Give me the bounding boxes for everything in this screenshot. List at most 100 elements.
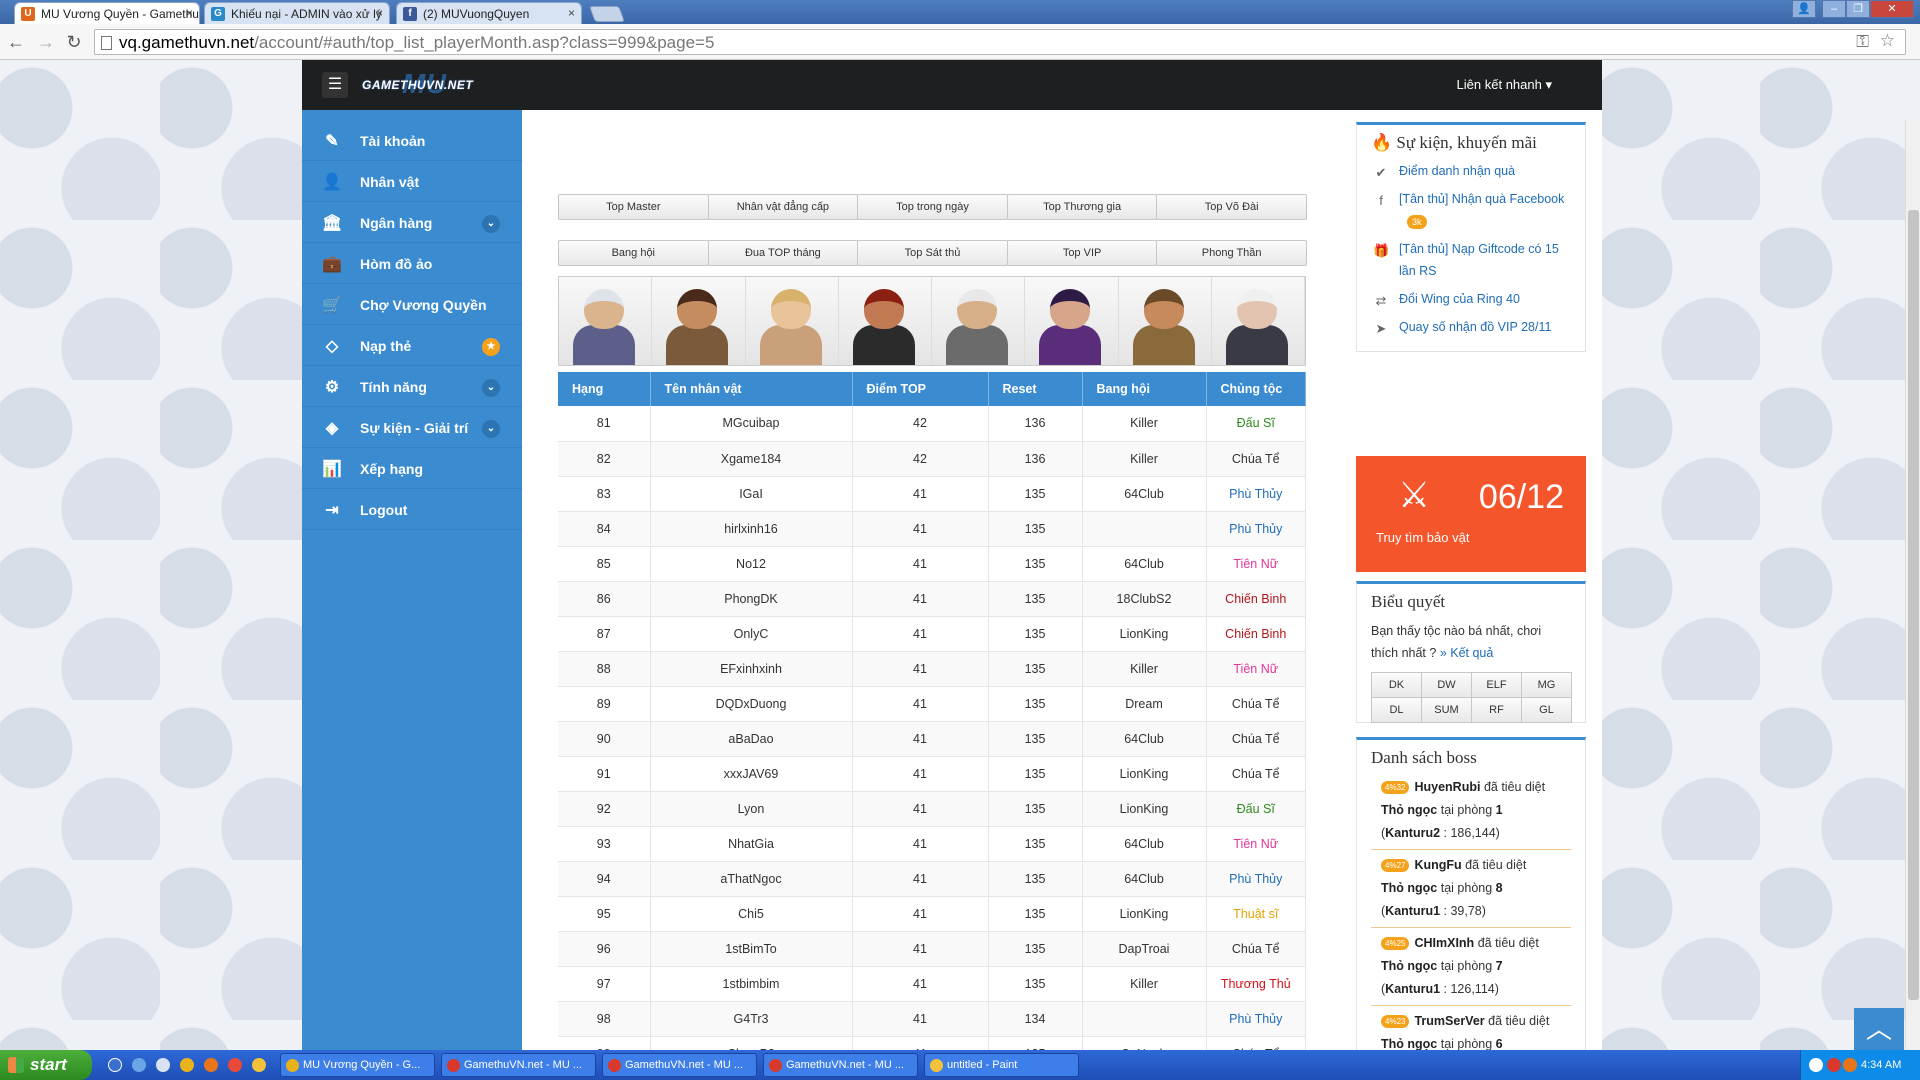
browser-tab-3[interactable]: f (2) MUVuongQuyen ×	[396, 2, 582, 24]
site-logo[interactable]: MU GAMETHUVN.NET	[362, 68, 482, 99]
character-class-thumb[interactable]	[559, 277, 653, 365]
close-icon[interactable]: ×	[568, 6, 575, 20]
poll-result-link[interactable]: » Kết quả	[1440, 646, 1494, 660]
poll-option-button[interactable]: MG	[1521, 672, 1572, 698]
address-bar[interactable]: vq.gamethuvn.net/account/#auth/top_list_…	[94, 29, 1906, 55]
quicklaunch-firefox-icon[interactable]	[204, 1058, 218, 1072]
taskbar-task[interactable]: GamethuVN.net - MU ...	[441, 1053, 596, 1077]
cell-name[interactable]: 1stBimTo	[650, 931, 853, 967]
top-filter-button[interactable]: Top Võ Đài	[1156, 194, 1307, 220]
menu-icon[interactable]: ☰	[322, 72, 348, 98]
key-icon[interactable]: ⚿	[1856, 32, 1869, 52]
poll-option-button[interactable]: GL	[1521, 697, 1572, 723]
cell-name[interactable]: NhatGia	[650, 826, 853, 862]
page-scrollbar[interactable]	[1905, 120, 1920, 1050]
star-icon[interactable]: ☆	[1880, 31, 1895, 51]
close-icon[interactable]: ×	[186, 6, 193, 20]
column-header[interactable]: Hạng	[558, 372, 651, 406]
treasure-hunt-banner[interactable]: ⚔ 06/12 Truy tìm bảo vật	[1356, 456, 1586, 572]
character-class-thumb[interactable]	[1118, 277, 1212, 365]
cell-name[interactable]: G4Tr3	[650, 1001, 853, 1037]
event-link[interactable]: ➤ Quay số nhận đồ VIP 28/11	[1357, 313, 1585, 341]
scrollbar-thumb[interactable]	[1908, 210, 1919, 1000]
cell-name[interactable]: EFxinhxinh	[650, 651, 853, 687]
character-class-thumb[interactable]	[745, 277, 839, 365]
taskbar-task[interactable]: GamethuVN.net - MU ...	[602, 1053, 757, 1077]
close-icon[interactable]: ×	[376, 6, 383, 20]
tray-app-icon[interactable]	[1827, 1058, 1841, 1072]
cell-name[interactable]: IGaI	[650, 476, 853, 512]
user-icon[interactable]: 👤	[1792, 0, 1816, 18]
sidebar-item-8[interactable]: ◈ Sự kiện - Giải trí ⌄	[302, 407, 522, 448]
top-filter-button[interactable]: Top Sát thủ	[857, 240, 1008, 266]
event-link[interactable]: 🎁 [Tân thủ] Nạp Giftcode có 15 lần RS	[1357, 235, 1585, 285]
top-filter-button[interactable]: Top Master	[558, 194, 709, 220]
character-class-thumb[interactable]	[932, 277, 1026, 365]
forward-arrow-icon[interactable]: →	[34, 30, 58, 54]
event-link[interactable]: ✔ Điểm danh nhận quà	[1357, 157, 1585, 185]
chevron-down-icon[interactable]: ⌄	[482, 420, 500, 438]
taskbar-task[interactable]: GamethuVN.net - MU ...	[763, 1053, 918, 1077]
top-filter-button[interactable]: Phong Thần	[1156, 240, 1307, 266]
sidebar-item-3[interactable]: 🏛 Ngân hàng ⌄	[302, 202, 522, 243]
sidebar-item-7[interactable]: ⚙ Tính năng ⌄	[302, 366, 522, 407]
cell-name[interactable]: Chi5	[650, 896, 853, 932]
new-tab-button[interactable]	[589, 6, 625, 22]
taskbar-task[interactable]: MU Vương Quyền - G...	[280, 1053, 435, 1077]
quicklaunch-chrome-icon[interactable]	[180, 1058, 194, 1072]
poll-option-button[interactable]: ELF	[1471, 672, 1522, 698]
top-filter-button[interactable]: Top trong ngày	[857, 194, 1008, 220]
column-header[interactable]: Chủng tộc	[1206, 372, 1306, 406]
back-to-top-button[interactable]: ︿	[1854, 1008, 1904, 1050]
event-link[interactable]: f [Tân thủ] Nhận quà Facebook 3k	[1357, 185, 1585, 235]
cell-name[interactable]: Lyon	[650, 791, 853, 827]
top-filter-button[interactable]: Nhân vật đẳng cấp	[707, 194, 859, 220]
cell-name[interactable]: Xgame184	[650, 441, 853, 477]
poll-option-button[interactable]: DK	[1371, 672, 1422, 698]
sidebar-item-6[interactable]: ◇ Nạp thẻ ★	[302, 325, 522, 366]
sidebar-item-10[interactable]: ⇥ Logout	[302, 489, 522, 530]
chevron-down-icon[interactable]: ⌄	[482, 215, 500, 233]
star-icon[interactable]: ★	[482, 338, 500, 356]
character-class-thumb[interactable]	[652, 277, 746, 365]
cell-name[interactable]: OnlyC	[650, 616, 853, 652]
column-header[interactable]: Reset	[988, 372, 1083, 406]
column-header[interactable]: Điểm TOP	[852, 372, 989, 406]
quicklaunch-smiley-icon[interactable]	[252, 1058, 266, 1072]
cell-name[interactable]: aThatNgoc	[650, 861, 853, 897]
character-class-thumb[interactable]	[1211, 277, 1305, 365]
quick-links-dropdown[interactable]: Liên kết nhanh ▾	[1457, 77, 1552, 93]
quicklaunch-ie-icon[interactable]	[108, 1058, 122, 1072]
cell-name[interactable]: No12	[650, 546, 853, 582]
poll-option-button[interactable]: DL	[1371, 697, 1422, 723]
reload-icon[interactable]: ↻	[62, 30, 86, 54]
character-class-thumb[interactable]	[838, 277, 932, 365]
poll-option-button[interactable]: DW	[1421, 672, 1472, 698]
tray-app2-icon[interactable]	[1843, 1058, 1857, 1072]
top-filter-button[interactable]: Top Thương gia	[1006, 194, 1158, 220]
sidebar-item-2[interactable]: 👤 Nhân vật	[302, 161, 522, 202]
restore-icon[interactable]: ❐	[1846, 0, 1870, 18]
sidebar-item-5[interactable]: 🛒 Chợ Vương Quyền	[302, 284, 522, 325]
top-filter-button[interactable]: Top VIP	[1006, 240, 1158, 266]
quicklaunch-app-icon[interactable]	[156, 1058, 170, 1072]
cell-name[interactable]: ChymP3	[650, 1036, 853, 1050]
top-filter-button[interactable]: Đua TOP tháng	[707, 240, 859, 266]
cell-name[interactable]: aBaDao	[650, 721, 853, 757]
sidebar-item-9[interactable]: 📊 Xếp hạng	[302, 448, 522, 489]
start-button[interactable]: start	[0, 1050, 92, 1080]
sidebar-item-1[interactable]: ✎ Tài khoản	[302, 120, 522, 161]
quicklaunch-opera-icon[interactable]	[228, 1058, 242, 1072]
minimize-icon[interactable]: –	[1822, 0, 1846, 18]
cell-name[interactable]: hirlxinh16	[650, 511, 853, 547]
column-header[interactable]: Tên nhân vật	[650, 372, 853, 406]
character-class-thumb[interactable]	[1025, 277, 1119, 365]
cell-name[interactable]: 1stbimbim	[650, 966, 853, 1002]
column-header[interactable]: Bang hội	[1082, 372, 1207, 406]
sidebar-item-4[interactable]: 💼 Hòm đồ ảo	[302, 243, 522, 284]
cell-name[interactable]: xxxJAV69	[650, 756, 853, 792]
quicklaunch-ie2-icon[interactable]	[132, 1058, 146, 1072]
browser-tab-2[interactable]: G Khiếu nại - ADMIN vào xử lý ×	[204, 2, 390, 24]
cell-name[interactable]: DQDxDuong	[650, 686, 853, 722]
chevron-down-icon[interactable]: ⌄	[482, 379, 500, 397]
